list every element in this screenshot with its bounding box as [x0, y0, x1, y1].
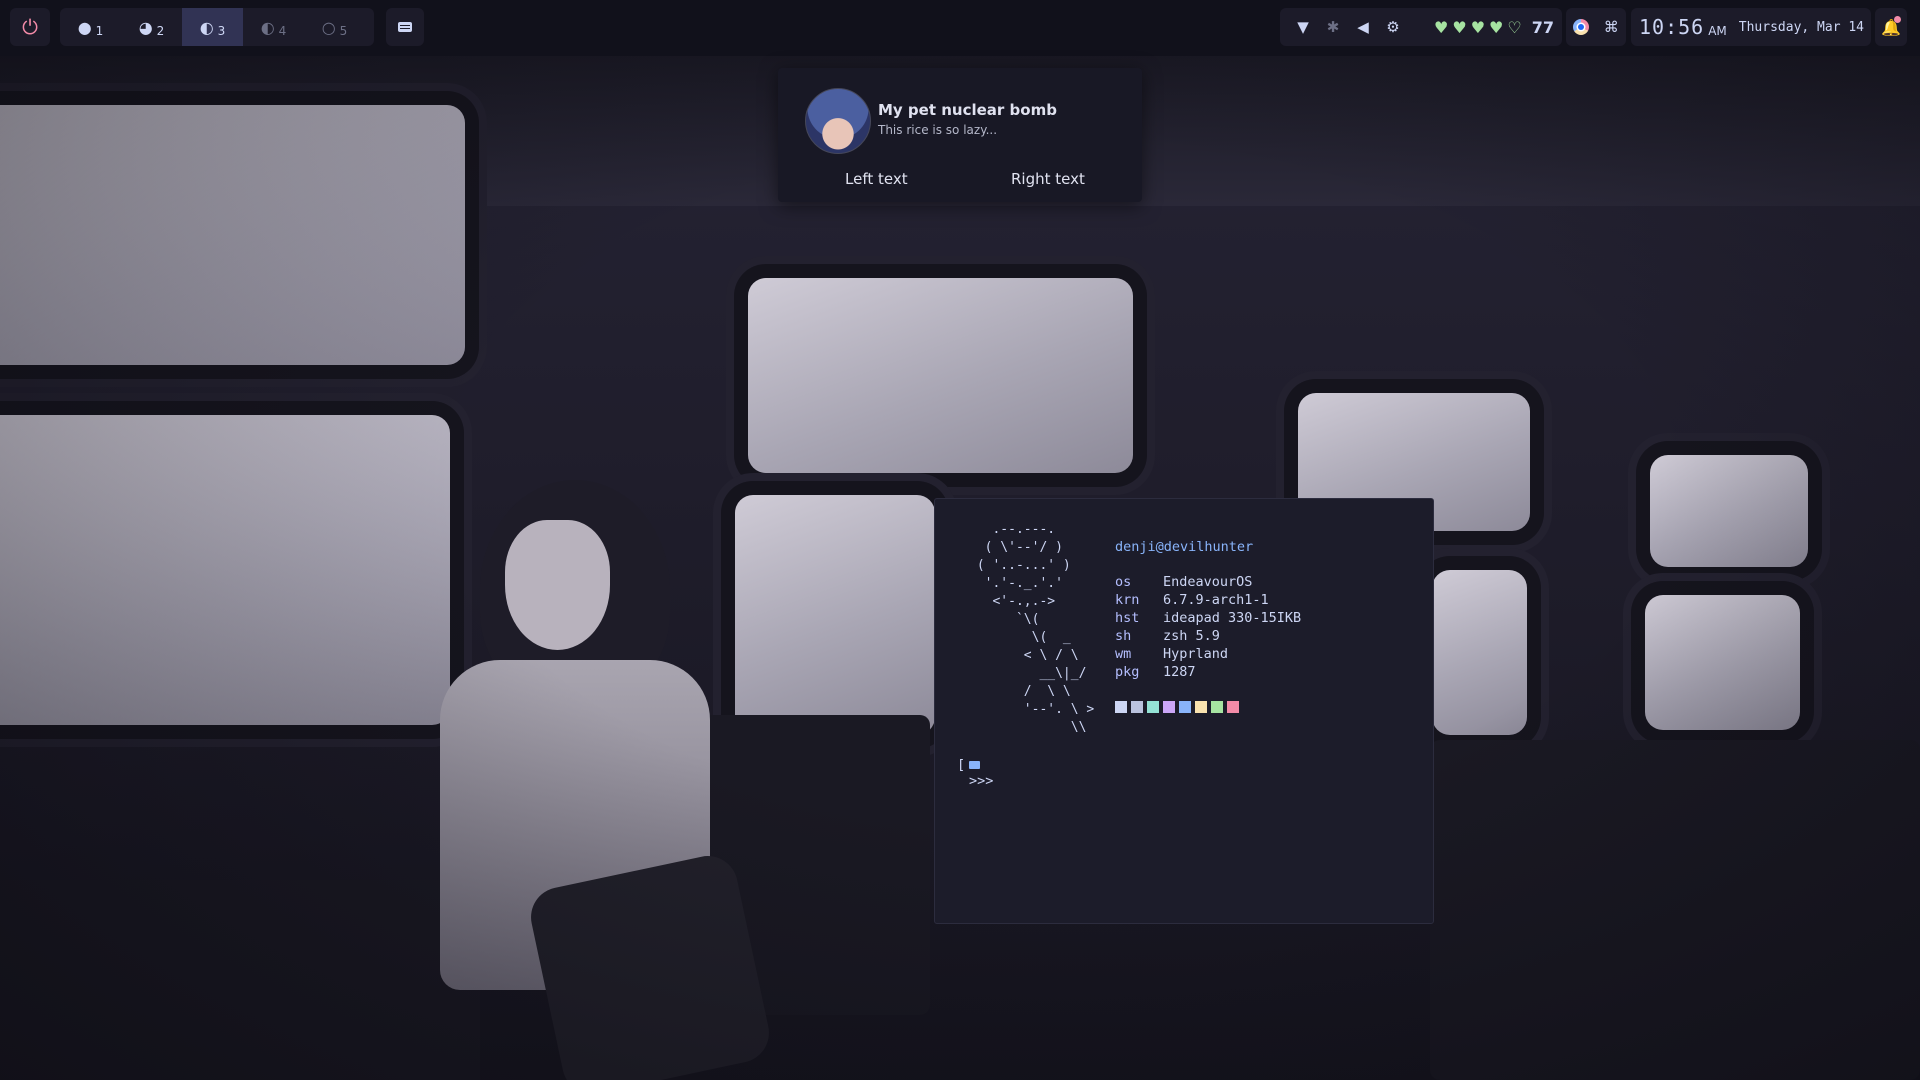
fetch-key: pkg: [1115, 664, 1140, 680]
fetch-user-host: denji@devilhunter: [1115, 539, 1254, 555]
fetch-row-kernel: krn 6.7.9-arch1-1: [1115, 591, 1301, 609]
prompt-arrows: >>>: [969, 773, 994, 789]
top-bar: ⏻ ● 1 ◕ 2 ◐ 3 ◐ 4 ○ 5 ▼ ✱ ◀ ⚙ ♥ ♥ ♥ ♥ ♡ …: [0, 0, 1920, 56]
fetch-value: EndeavourOS: [1163, 574, 1253, 590]
notification-button[interactable]: 🔔: [1875, 8, 1907, 46]
clock-ampm: AM: [1708, 24, 1727, 38]
folder-icon: [969, 761, 981, 769]
workspace-4[interactable]: ◐ 4: [243, 8, 304, 46]
volume-icon[interactable]: ◀: [1348, 18, 1378, 36]
workspace-switcher: ● 1 ◕ 2 ◐ 3 ◐ 4 ○ 5: [60, 8, 374, 46]
heart-full-icon: ♥: [1452, 17, 1467, 37]
moon-full-icon: ●: [77, 17, 92, 37]
workspace-2[interactable]: ◕ 2: [121, 8, 182, 46]
system-tray: ▼ ✱ ◀ ⚙ ♥ ♥ ♥ ♥ ♡ 77: [1280, 8, 1562, 46]
heart-full-icon: ♥: [1489, 17, 1504, 37]
misc-tray: ⌘: [1566, 8, 1626, 46]
keyboard-icon: [398, 22, 412, 32]
palette-swatch: [1227, 701, 1239, 713]
notification-right-action[interactable]: Right text: [1011, 170, 1085, 188]
command-icon[interactable]: ⌘: [1604, 18, 1619, 36]
bluetooth-icon[interactable]: ✱: [1318, 18, 1348, 36]
fetch-value: Hyprland: [1163, 646, 1229, 662]
palette-swatch: [1195, 701, 1207, 713]
fetch-key: os: [1115, 574, 1132, 590]
keyboard-button[interactable]: [386, 8, 424, 46]
palette-swatch: [1179, 701, 1191, 713]
workspace-number: 4: [278, 24, 287, 38]
color-palette: [1115, 701, 1239, 713]
palette-swatch: [1147, 701, 1159, 713]
clock-time: 10:56: [1639, 15, 1705, 39]
palette-swatch: [1211, 701, 1223, 713]
workspace-5[interactable]: ○ 5: [304, 8, 365, 46]
notification-left-action[interactable]: Left text: [845, 170, 908, 188]
workspace-number: 1: [95, 24, 104, 38]
notification-title: My pet nuclear bomb: [878, 101, 1057, 119]
shell-prompt: [ >>>: [957, 757, 993, 789]
battery-indicator[interactable]: ♥ ♥ ♥ ♥ ♡ 77: [1434, 18, 1554, 37]
fetch-key: wm: [1115, 646, 1132, 662]
workspace-number: 2: [156, 24, 165, 38]
moon-gibbous-icon: ◕: [138, 17, 153, 37]
fetch-value: 6.7.9-arch1-1: [1163, 592, 1269, 608]
fetch-row-shell: sh zsh 5.9: [1115, 627, 1301, 645]
moon-crescent-icon: ◐: [260, 17, 275, 37]
wifi-icon[interactable]: ▼: [1288, 18, 1318, 36]
fetch-value: 1287: [1163, 664, 1196, 680]
heart-full-icon: ♥: [1434, 17, 1449, 37]
fetch-key: hst: [1115, 610, 1140, 626]
notification-dot: [1894, 16, 1901, 23]
clock[interactable]: 10:56 AM Thursday, Mar 14: [1631, 8, 1871, 46]
prompt-bracket: [: [957, 757, 966, 773]
heart-full-icon: ♥: [1470, 17, 1486, 37]
fetch-row-wm: wm Hyprland: [1115, 645, 1301, 663]
battery-percent: 77: [1531, 17, 1554, 37]
palette-swatch: [1163, 701, 1175, 713]
power-button[interactable]: ⏻: [10, 8, 50, 46]
terminal-window[interactable]: .--.---. ( \'--'/ ) ( '..-...' ) '.'-._.…: [934, 498, 1434, 924]
workspace-number: 5: [339, 24, 348, 38]
workspace-3[interactable]: ◐ 3: [182, 8, 243, 46]
fetch-value: ideapad 330-15IKB: [1163, 610, 1302, 626]
fetch-info: denji@devilhunter os EndeavourOS krn 6.7…: [1115, 539, 1301, 681]
palette-swatch: [1131, 701, 1143, 713]
power-icon: ⏻: [22, 15, 38, 39]
heart-empty-icon: ♡: [1507, 17, 1522, 37]
fetch-key: sh: [1115, 628, 1132, 644]
fetch-ascii-art: .--.---. ( \'--'/ ) ( '..-...' ) '.'-._.…: [976, 522, 1095, 735]
notification-avatar: [805, 88, 871, 154]
fetch-row-host: hst ideapad 330-15IKB: [1115, 609, 1301, 627]
notification-body: This rice is so lazy...: [878, 123, 998, 137]
notification-popup: My pet nuclear bomb This rice is so lazy…: [778, 68, 1142, 202]
fetch-value: zsh 5.9: [1163, 628, 1220, 644]
workspace-1[interactable]: ● 1: [60, 8, 121, 46]
moon-half-icon: ◐: [199, 17, 214, 37]
settings-icon[interactable]: ⚙: [1378, 18, 1408, 36]
fetch-row-os: os EndeavourOS: [1115, 573, 1301, 591]
moon-new-icon: ○: [321, 17, 336, 37]
clock-date: Thursday, Mar 14: [1738, 19, 1865, 35]
chrome-icon[interactable]: [1573, 19, 1590, 35]
workspace-number: 3: [217, 24, 226, 38]
fetch-row-packages: pkg 1287: [1115, 663, 1301, 681]
fetch-key: krn: [1115, 592, 1140, 608]
palette-swatch: [1115, 701, 1127, 713]
